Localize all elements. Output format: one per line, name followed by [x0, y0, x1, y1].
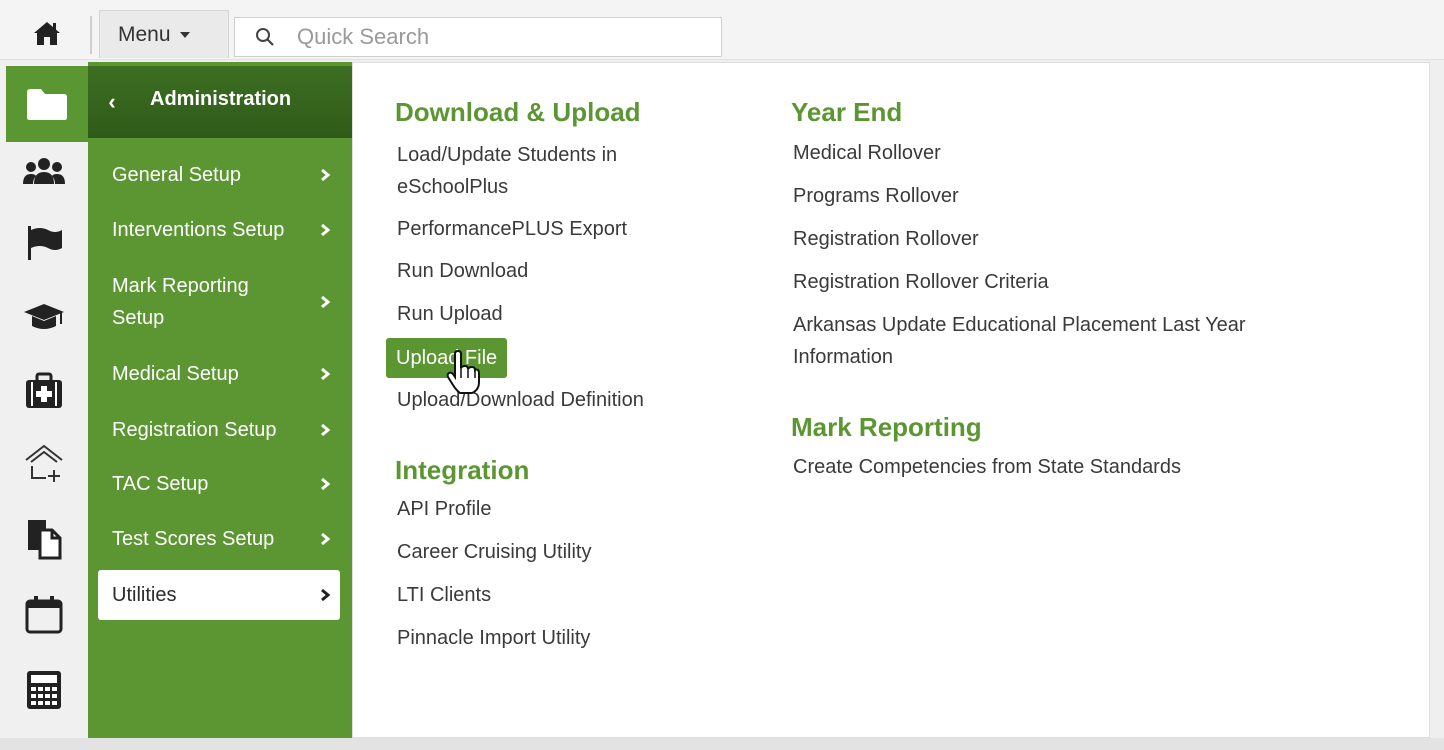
link-load-update-students[interactable]: Load/Update Students in eSchoolPlus — [397, 139, 667, 203]
nav-item-label: General Setup — [112, 164, 241, 186]
link-run-upload[interactable]: Run Upload — [397, 298, 503, 330]
nav-item-general-setup[interactable]: General Setup — [98, 158, 340, 192]
link-performanceplus-export[interactable]: PerformancePLUS Export — [397, 213, 627, 245]
hand-cursor-icon — [446, 350, 480, 394]
nav-item-label: Registration Setup — [112, 419, 277, 441]
chevron-right-icon — [318, 477, 332, 491]
nav-item-mark-reporting-setup[interactable]: Mark Reporting Setup — [98, 268, 340, 336]
admin-nav-panel: ‹ Administration General Setup Intervent… — [88, 62, 352, 738]
link-programs-rollover[interactable]: Programs Rollover — [793, 180, 959, 212]
link-registration-rollover-criteria[interactable]: Registration Rollover Criteria — [793, 266, 1049, 298]
chevron-right-icon — [318, 423, 332, 437]
link-medical-rollover[interactable]: Medical Rollover — [793, 137, 941, 169]
chevron-right-icon — [318, 588, 332, 602]
chevron-right-icon — [318, 367, 332, 381]
toolbar-divider — [90, 16, 92, 54]
nav-item-label: Medical Setup — [112, 363, 239, 385]
home-icon — [34, 22, 60, 45]
bottom-edge — [0, 738, 1444, 750]
quick-search-box[interactable] — [234, 17, 722, 57]
rail-housing-button[interactable] — [0, 432, 88, 496]
quick-search-input[interactable] — [297, 24, 697, 50]
link-lti-clients[interactable]: LTI Clients — [397, 579, 491, 611]
app-window: Menu Quick Search ‹ Administration Gener… — [0, 0, 1444, 750]
calendar-icon — [25, 596, 63, 634]
users-icon — [23, 158, 65, 184]
rail-calculator-button[interactable] — [0, 658, 88, 722]
documents-icon — [28, 520, 62, 560]
nav-item-label: TAC Setup — [112, 473, 209, 495]
rail-users-button[interactable] — [0, 142, 88, 206]
menu-button[interactable]: Menu — [99, 10, 229, 58]
section-title-download-upload: Download & Upload — [395, 97, 641, 127]
rail-folder-button[interactable] — [6, 66, 88, 142]
top-bar: Menu — [0, 0, 1444, 60]
nav-item-utilities[interactable]: Utilities — [98, 570, 340, 620]
chevron-left-icon: ‹ — [108, 89, 116, 114]
graduation-cap-icon — [24, 304, 64, 329]
nav-item-label: Test Scores Setup — [112, 528, 275, 550]
section-title-mark-reporting: Mark Reporting — [791, 412, 982, 442]
back-button[interactable]: ‹ — [88, 66, 136, 138]
rail-medical-button[interactable] — [0, 358, 88, 422]
rail-documents-button[interactable] — [0, 506, 88, 570]
chevron-right-icon — [318, 532, 332, 546]
folder-icon — [27, 89, 67, 120]
nav-title: Administration — [150, 88, 292, 110]
nav-item-medical-setup[interactable]: Medical Setup — [98, 357, 340, 391]
utilities-menu-panel: Download & Upload Load/Update Students i… — [352, 62, 1430, 738]
link-pinnacle-import-utility[interactable]: Pinnacle Import Utility — [397, 622, 590, 654]
home-button[interactable] — [18, 14, 76, 52]
icon-rail — [0, 62, 88, 750]
link-registration-rollover[interactable]: Registration Rollover — [793, 223, 979, 255]
home-plus-icon — [25, 444, 63, 482]
nav-item-test-scores-setup[interactable]: Test Scores Setup — [98, 522, 340, 556]
chevron-right-icon — [318, 168, 332, 182]
section-title-year-end: Year End — [791, 97, 903, 127]
nav-item-label: Interventions Setup — [112, 219, 285, 241]
nav-item-label: Utilities — [112, 584, 177, 606]
calculator-icon — [27, 671, 61, 709]
rail-calendar-button[interactable] — [0, 582, 88, 646]
flag-icon — [28, 226, 62, 260]
link-run-download[interactable]: Run Download — [397, 255, 528, 287]
link-arkansas-update-placement[interactable]: Arkansas Update Educational Placement La… — [793, 309, 1293, 373]
rail-flag-button[interactable] — [0, 210, 88, 274]
link-api-profile[interactable]: API Profile — [397, 493, 491, 525]
nav-header: ‹ Administration — [88, 66, 352, 138]
nav-item-label: Mark Reporting Setup — [112, 275, 249, 329]
nav-item-tac-setup[interactable]: TAC Setup — [98, 467, 340, 501]
nav-item-interventions-setup[interactable]: Interventions Setup — [98, 213, 340, 247]
link-career-cruising-utility[interactable]: Career Cruising Utility — [397, 536, 592, 568]
search-icon — [256, 28, 274, 46]
caret-down-icon — [179, 31, 190, 38]
section-title-integration: Integration — [395, 455, 530, 485]
chevron-right-icon — [318, 223, 332, 237]
link-create-competencies[interactable]: Create Competencies from State Standards — [793, 451, 1181, 483]
rail-academics-button[interactable] — [0, 284, 88, 348]
nav-item-registration-setup[interactable]: Registration Setup — [98, 413, 340, 447]
chevron-right-icon — [318, 295, 332, 309]
medical-kit-icon — [26, 372, 62, 408]
menu-button-label: Menu — [118, 22, 171, 46]
link-upload-download-definition[interactable]: Upload/Download Definition — [397, 384, 644, 416]
